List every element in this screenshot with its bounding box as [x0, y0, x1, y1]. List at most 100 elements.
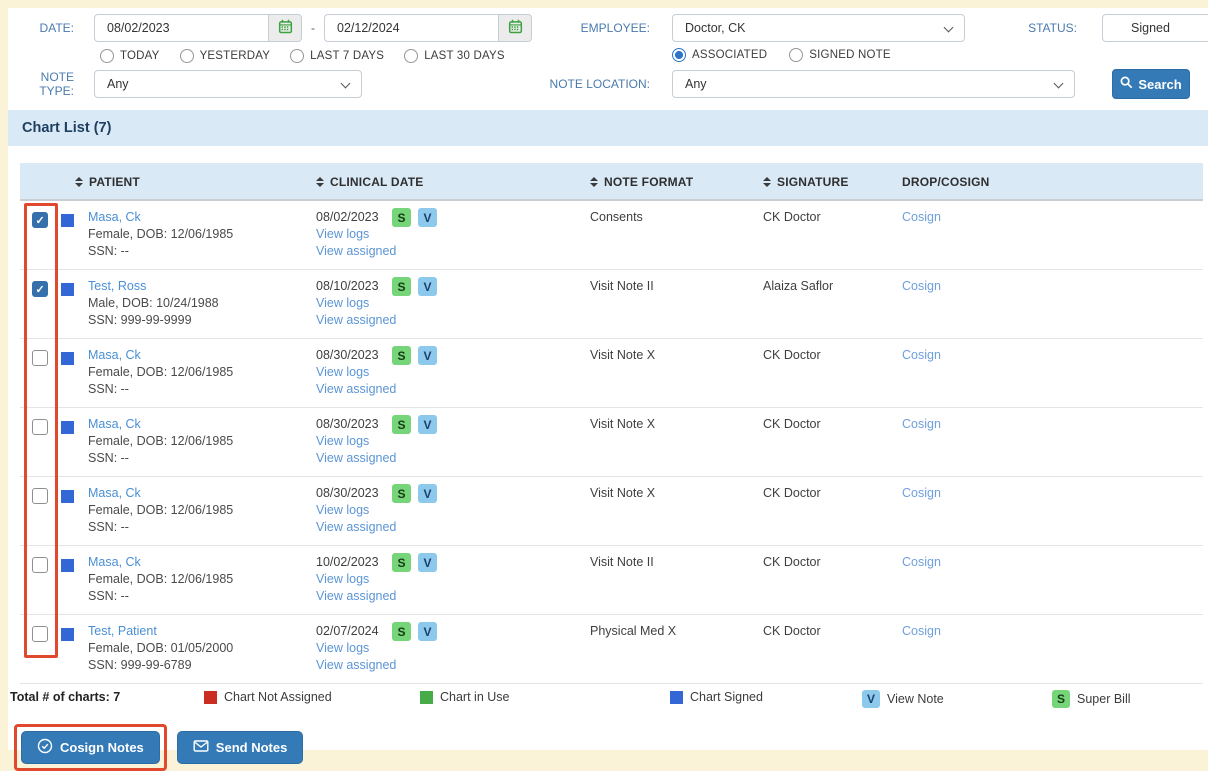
- status-input[interactable]: Signed: [1102, 14, 1208, 42]
- date-to-calendar-button[interactable]: [499, 14, 532, 42]
- view-note-badge[interactable]: V: [418, 277, 437, 296]
- clinical-date: 10/02/2023: [316, 555, 379, 569]
- view-note-badge[interactable]: V: [418, 346, 437, 365]
- row-checkbox[interactable]: [32, 212, 48, 228]
- cosign-link[interactable]: Cosign: [902, 486, 941, 500]
- patient-name-link[interactable]: Masa, Ck: [88, 348, 141, 362]
- view-logs-link[interactable]: View logs: [316, 434, 369, 448]
- row-checkbox[interactable]: [32, 557, 48, 573]
- radio-icon: [179, 49, 194, 63]
- view-note-badge[interactable]: V: [418, 208, 437, 227]
- view-note-badge[interactable]: V: [418, 484, 437, 503]
- radio-yesterday-label: YESTERDAY: [199, 50, 271, 62]
- column-header-signature[interactable]: SIGNATURE: [763, 163, 849, 201]
- legend-row: Total # of charts: 7 Chart Not Assigned …: [8, 690, 1208, 712]
- super-bill-badge[interactable]: S: [392, 346, 411, 365]
- chart-table: PATIENT CLINICAL DATE NOTE FORMAT SIGNAT…: [20, 163, 1203, 684]
- row-checkbox[interactable]: [32, 488, 48, 504]
- sort-icon: [75, 177, 83, 187]
- view-logs-link[interactable]: View logs: [316, 503, 369, 517]
- row-checkbox[interactable]: [32, 350, 48, 366]
- radio-last-30-days[interactable]: LAST 30 DAYS: [404, 49, 505, 63]
- note-type-label: NOTE TYPE:: [39, 70, 74, 98]
- legend-chart-signed: Chart Signed: [670, 690, 763, 704]
- signature: CK Doctor: [763, 624, 821, 638]
- table-row: Test, Patient Female, DOB: 01/05/2000 SS…: [20, 615, 1203, 684]
- date-from-input[interactable]: 08/02/2023: [94, 14, 269, 42]
- view-assigned-link[interactable]: View assigned: [316, 451, 396, 465]
- date-from-calendar-button[interactable]: [269, 14, 302, 42]
- row-checkbox[interactable]: [32, 281, 48, 297]
- date-from-group: 08/02/2023: [94, 14, 302, 42]
- cosign-notes-button[interactable]: Cosign Notes: [21, 731, 160, 764]
- clinical-date: 08/30/2023: [316, 417, 379, 431]
- cosign-link[interactable]: Cosign: [902, 417, 941, 431]
- column-header-patient[interactable]: PATIENT: [75, 163, 140, 201]
- blue-square-icon: [670, 690, 683, 704]
- super-bill-badge[interactable]: S: [392, 553, 411, 572]
- view-logs-link[interactable]: View logs: [316, 572, 369, 586]
- row-checkbox[interactable]: [32, 419, 48, 435]
- chart-signed-square-icon: [61, 490, 74, 503]
- patient-name-link[interactable]: Masa, Ck: [88, 210, 141, 224]
- patient-name-link[interactable]: Masa, Ck: [88, 486, 141, 500]
- patient-demographics: Female, DOB: 12/06/1985: [88, 365, 234, 379]
- note-type-select[interactable]: Any: [94, 70, 362, 98]
- cosign-link[interactable]: Cosign: [902, 555, 941, 569]
- column-header-clinical-date[interactable]: CLINICAL DATE: [316, 163, 424, 201]
- send-notes-button-label: Send Notes: [215, 740, 288, 755]
- radio-associated[interactable]: ASSOCIATED: [672, 48, 767, 62]
- patient-name-link[interactable]: Masa, Ck: [88, 555, 141, 569]
- cosign-link[interactable]: Cosign: [902, 348, 941, 362]
- view-note-badge[interactable]: V: [418, 415, 437, 434]
- patient-ssn: SSN: 999-99-6789: [88, 658, 192, 672]
- patient-name-link[interactable]: Test, Patient: [88, 624, 157, 638]
- view-assigned-link[interactable]: View assigned: [316, 244, 396, 258]
- search-button[interactable]: Search: [1112, 69, 1190, 99]
- patient-name-link[interactable]: Masa, Ck: [88, 417, 141, 431]
- cosign-link[interactable]: Cosign: [902, 279, 941, 293]
- view-assigned-link[interactable]: View assigned: [316, 313, 396, 327]
- legend-super-bill: S Super Bill: [1052, 690, 1131, 708]
- super-bill-badge[interactable]: S: [392, 484, 411, 503]
- cosign-link[interactable]: Cosign: [902, 210, 941, 224]
- sort-icon: [316, 177, 324, 187]
- view-note-badge[interactable]: V: [418, 553, 437, 572]
- legend-chart-not-assigned: Chart Not Assigned: [204, 690, 332, 704]
- table-row: Masa, Ck Female, DOB: 12/06/1985 SSN: --…: [20, 201, 1203, 270]
- view-assigned-link[interactable]: View assigned: [316, 658, 396, 672]
- radio-last-7-days[interactable]: LAST 7 DAYS: [290, 49, 384, 63]
- chevron-down-icon: [943, 22, 954, 33]
- employee-select[interactable]: Doctor, CK: [672, 14, 965, 42]
- super-bill-badge[interactable]: S: [392, 208, 411, 227]
- view-logs-link[interactable]: View logs: [316, 365, 369, 379]
- column-header-note-format[interactable]: NOTE FORMAT: [590, 163, 693, 201]
- actions-row: Cosign Notes Send Notes: [14, 724, 1208, 771]
- super-bill-badge[interactable]: S: [392, 415, 411, 434]
- super-bill-badge[interactable]: S: [392, 622, 411, 641]
- column-header-clinical-date-label: CLINICAL DATE: [330, 175, 424, 189]
- legend-super-bill-label: Super Bill: [1077, 692, 1131, 706]
- date-range-separator: -: [311, 21, 315, 35]
- radio-today[interactable]: TODAY: [100, 49, 160, 63]
- view-logs-link[interactable]: View logs: [316, 227, 369, 241]
- view-logs-link[interactable]: View logs: [316, 296, 369, 310]
- view-logs-link[interactable]: View logs: [316, 641, 369, 655]
- radio-signed-note[interactable]: SIGNED NOTE: [789, 48, 891, 62]
- sort-icon: [590, 177, 598, 187]
- date-to-input[interactable]: 02/12/2024: [324, 14, 499, 42]
- note-location-select[interactable]: Any: [672, 70, 1075, 98]
- super-bill-badge-icon: S: [1052, 690, 1070, 708]
- super-bill-badge[interactable]: S: [392, 277, 411, 296]
- radio-yesterday[interactable]: YESTERDAY: [179, 49, 271, 63]
- view-assigned-link[interactable]: View assigned: [316, 589, 396, 603]
- patient-name-link[interactable]: Test, Ross: [88, 279, 146, 293]
- patient-demographics: Female, DOB: 12/06/1985: [88, 572, 234, 586]
- send-notes-button[interactable]: Send Notes: [176, 731, 304, 764]
- cosign-link[interactable]: Cosign: [902, 624, 941, 638]
- row-checkbox[interactable]: [32, 626, 48, 642]
- view-assigned-link[interactable]: View assigned: [316, 520, 396, 534]
- view-note-badge[interactable]: V: [418, 622, 437, 641]
- chart-signed-square-icon: [61, 559, 74, 572]
- view-assigned-link[interactable]: View assigned: [316, 382, 396, 396]
